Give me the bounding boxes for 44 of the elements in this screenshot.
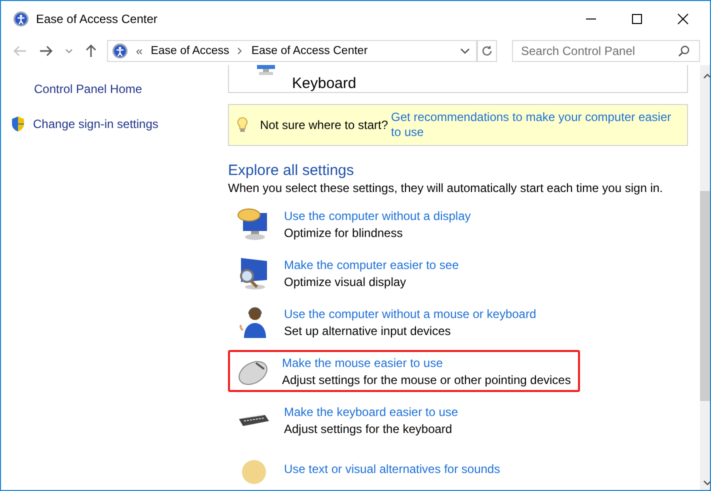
setting-link[interactable]: Make the keyboard easier to use — [284, 404, 458, 418]
chevron-right-icon — [237, 47, 244, 55]
setting-link[interactable]: Use the computer without a mouse or keyboard — [284, 306, 536, 320]
sidebar-link[interactable]: Control Panel Home — [34, 82, 142, 96]
setting-description: Adjust settings for the mouse or other pointing devices — [282, 372, 571, 386]
setting-link[interactable]: Make the computer easier to see — [284, 258, 459, 272]
window-title: Ease of Access Center — [36, 12, 158, 26]
setting-row[interactable]: Make the keyboard easier to use Adjust settings for the keyboard — [228, 399, 580, 441]
ease-of-access-icon — [13, 11, 29, 27]
setting-row[interactable]: Use text or visual alternatives for sounds — [228, 448, 580, 490]
dropdown-caret-icon[interactable] — [460, 48, 470, 54]
setting-link[interactable]: Use text or visual alternatives for sounds — [284, 462, 500, 476]
address-bar[interactable]: « Ease of Access Ease of Access Center — [107, 40, 477, 62]
dropdown-caret-icon[interactable] — [65, 48, 73, 54]
setting-row[interactable]: Use the computer without a display Optimize for blindness — [228, 203, 580, 245]
breadcrumb-item[interactable]: Ease of Access Center — [251, 45, 368, 57]
refresh-icon — [481, 45, 493, 57]
breadcrumb-overflow[interactable]: « — [136, 44, 143, 58]
recommendations-link[interactable]: Get recommendations to make your computer easier to use — [391, 110, 679, 140]
ease-of-access-icon — [112, 43, 128, 59]
setting-row[interactable]: Use the computer without a mouse or keyboard Set up alternative input devices — [228, 301, 580, 343]
section-description: When you select these settings, they will automatically start each time you sign in. — [228, 181, 664, 195]
setting-row[interactable]: Make the computer easier to see Optimize visual display — [228, 252, 580, 294]
scroll-down-icon[interactable] — [703, 480, 710, 486]
setting-description: Set up alternative input devices — [284, 324, 452, 338]
lightbulb-icon — [237, 116, 248, 134]
setting-link[interactable]: Make the mouse easier to use — [282, 356, 571, 370]
setting-description: Optimize for blindness — [284, 226, 404, 240]
setting-description: Optimize visual display — [284, 274, 408, 288]
scroll-up-icon[interactable] — [703, 73, 710, 79]
forward-arrow-icon[interactable] — [39, 45, 53, 57]
setting-description: Adjust settings for the keyboard — [284, 422, 454, 436]
refresh-button[interactable] — [477, 40, 497, 62]
tip-text: Not sure where to start? — [260, 118, 388, 132]
tool-label[interactable]: Keyboard — [292, 75, 356, 92]
search-field[interactable]: Search Control Panel — [512, 40, 700, 62]
search-icon — [678, 45, 690, 57]
up-arrow-icon[interactable] — [85, 44, 97, 58]
breadcrumb-item[interactable]: Ease of Access — [150, 45, 230, 57]
sidebar-link[interactable]: Change sign-in settings — [33, 117, 158, 131]
setting-link[interactable]: Use the computer without a display — [284, 208, 471, 222]
shield-icon — [11, 116, 25, 132]
section-heading: Explore all settings — [228, 162, 355, 179]
setting-row[interactable]: Make the mouse easier to use Adjust settings for the mouse or other pointing devices — [228, 350, 580, 392]
